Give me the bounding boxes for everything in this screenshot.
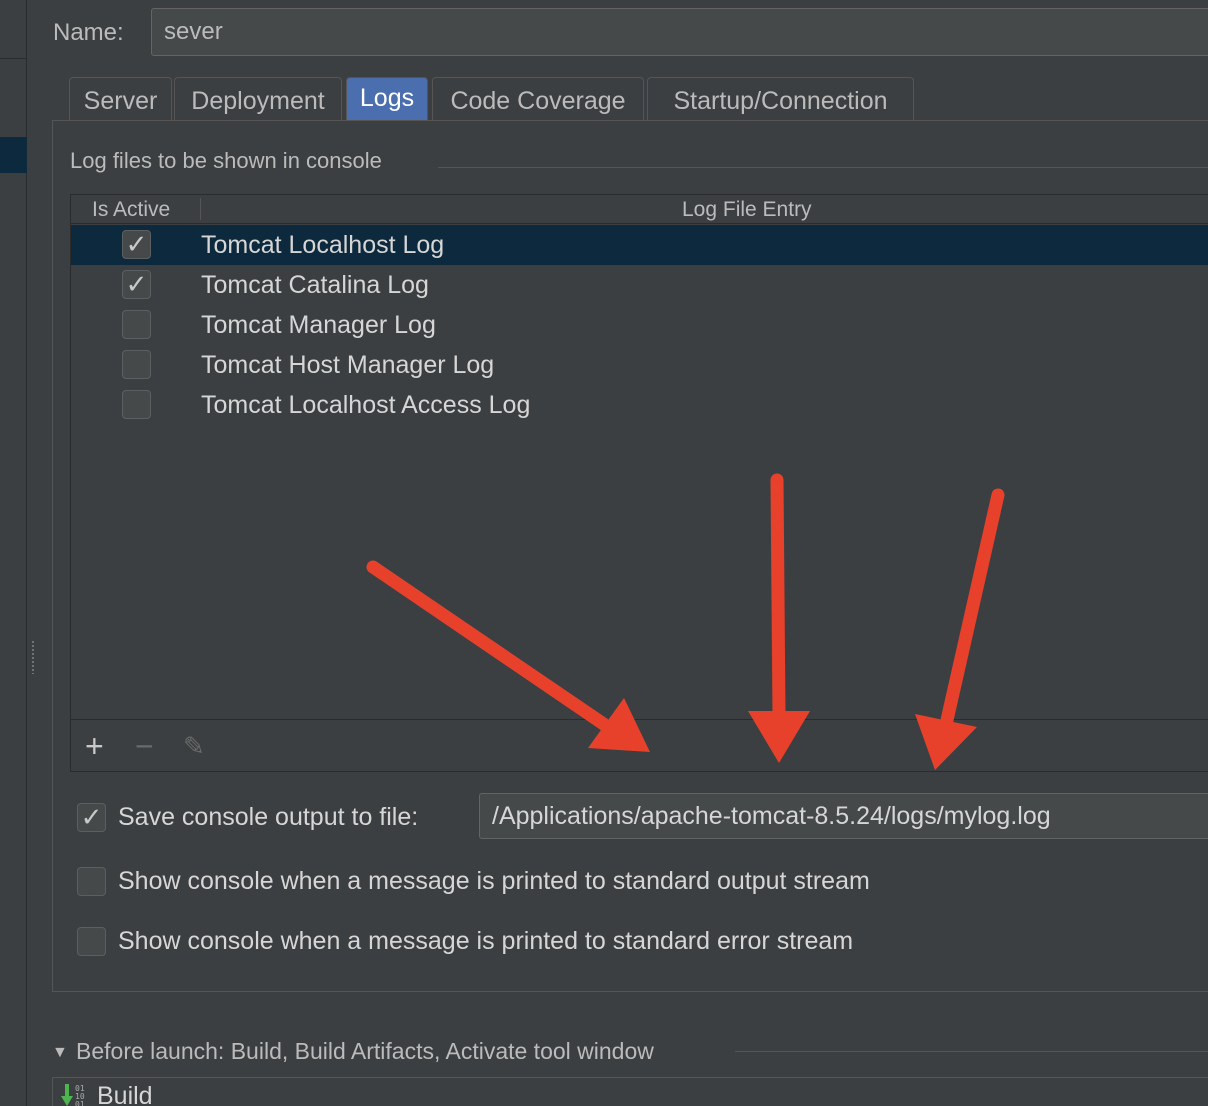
annotation-arrows [366, 473, 1005, 770]
annotation-arrow-head [748, 711, 810, 763]
annotation-arrow [366, 560, 612, 732]
annotation-arrow [940, 488, 1005, 727]
annotation-arrow-head [915, 714, 977, 770]
annotation-arrow [770, 473, 786, 722]
